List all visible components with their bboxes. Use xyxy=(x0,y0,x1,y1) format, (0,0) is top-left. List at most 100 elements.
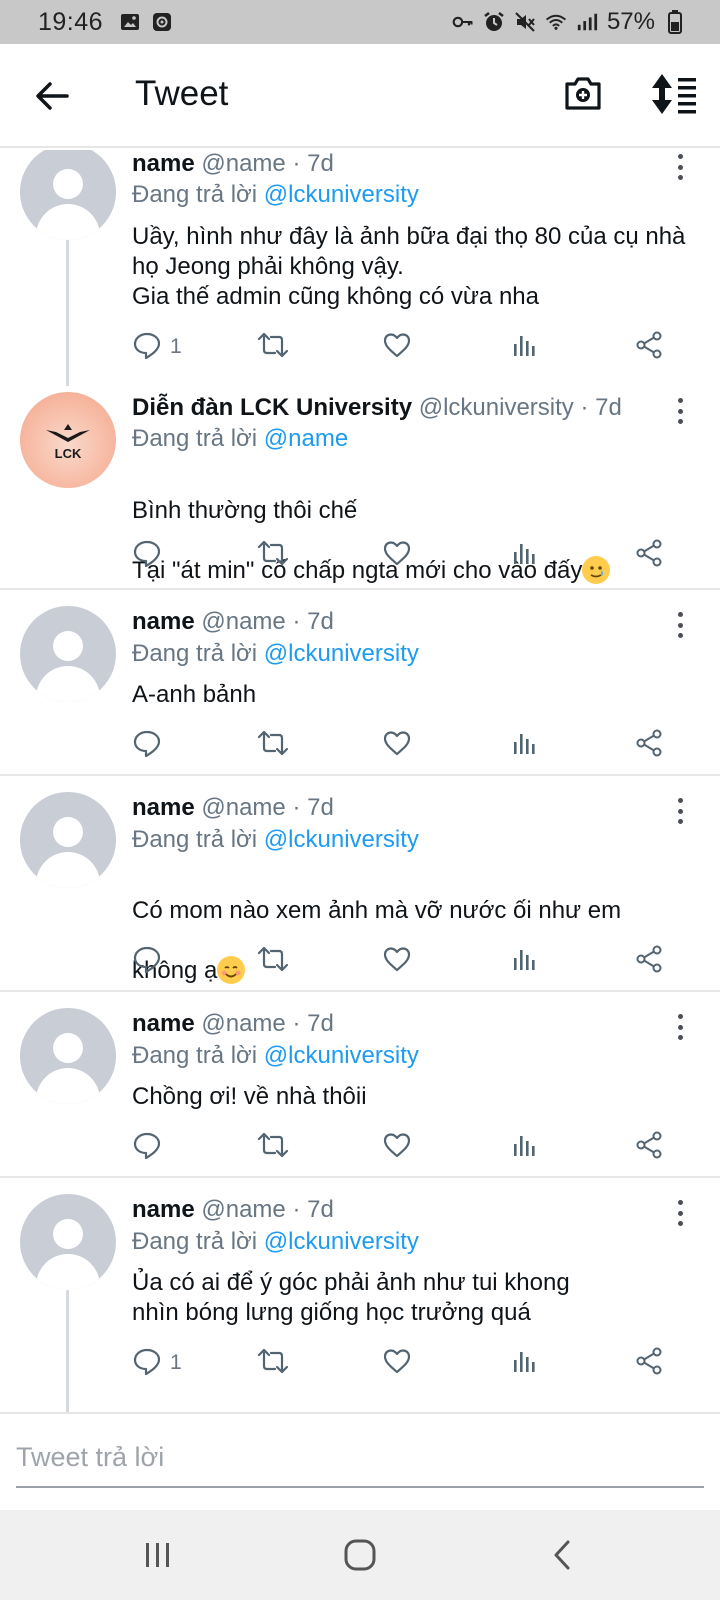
tweet-actions xyxy=(132,728,692,762)
signal-icon xyxy=(576,11,598,33)
reply-composer xyxy=(0,1412,720,1510)
retweet-icon xyxy=(256,728,290,763)
thread-line xyxy=(66,240,69,386)
home-icon[interactable] xyxy=(335,1532,385,1578)
analytics-icon xyxy=(510,1130,540,1165)
reply-button[interactable]: 1 xyxy=(132,330,182,364)
tweet-author-name[interactable]: name xyxy=(132,1196,195,1223)
share-icon xyxy=(634,330,664,365)
share-button[interactable] xyxy=(634,330,664,364)
more-options-icon[interactable] xyxy=(670,796,690,826)
sort-icon[interactable] xyxy=(650,72,700,120)
status-bar: 19:46 57% xyxy=(0,0,720,44)
share-icon xyxy=(634,1130,664,1165)
avatar-lck-logo[interactable]: LCK xyxy=(20,392,116,488)
reply-mention-link[interactable]: @name xyxy=(264,425,348,452)
reply-button[interactable] xyxy=(132,944,170,978)
thread-line xyxy=(66,1288,69,1412)
analytics-icon xyxy=(510,728,540,763)
analytics-button[interactable] xyxy=(510,728,540,762)
retweet-icon xyxy=(256,944,290,979)
tweet-actions xyxy=(132,1130,692,1164)
reply-icon xyxy=(132,538,162,573)
retweet-button[interactable] xyxy=(256,538,290,572)
share-button[interactable] xyxy=(634,728,664,762)
reply-prefix: Đang trả lời xyxy=(132,826,258,853)
analytics-button[interactable] xyxy=(510,1130,540,1164)
tweet-author-name[interactable]: name xyxy=(132,150,195,177)
share-button[interactable] xyxy=(634,1130,664,1164)
tweet-author-name[interactable]: Diễn đàn LCK University xyxy=(132,394,412,421)
analytics-button[interactable] xyxy=(510,330,540,364)
retweet-button[interactable] xyxy=(256,944,290,978)
like-button[interactable] xyxy=(382,538,412,572)
reply-mention-link[interactable]: @lckuniversity xyxy=(264,181,419,208)
reply-button[interactable] xyxy=(132,728,170,762)
retweet-icon xyxy=(256,330,290,365)
reply-button[interactable] xyxy=(132,538,170,572)
share-button[interactable] xyxy=(634,1346,664,1380)
analytics-button[interactable] xyxy=(510,944,540,978)
reply-mention-link[interactable]: @lckuniversity xyxy=(264,826,419,853)
retweet-button[interactable] xyxy=(256,330,290,364)
reply-input[interactable] xyxy=(16,1436,704,1488)
tweet-item[interactable]: name @name · 7d Đang trả lời @lckunivers… xyxy=(0,776,720,992)
reply-mention-link[interactable]: @lckuniversity xyxy=(264,640,419,667)
tweet-header: Diễn đàn LCK University @lckuniversity ·… xyxy=(132,394,622,422)
avatar[interactable] xyxy=(20,606,116,702)
tweet-text-line: Bình thường thôi chế xyxy=(132,497,358,524)
tweet-header: name @name · 7d xyxy=(132,608,334,636)
avatar[interactable] xyxy=(20,1008,116,1104)
tweet-item[interactable]: name @name · 7d Đang trả lời @lckunivers… xyxy=(0,150,720,386)
tweet-header: name @name · 7d xyxy=(132,150,334,178)
reply-button[interactable]: 1 xyxy=(132,1346,182,1380)
tweet-header: name @name · 7d xyxy=(132,794,334,822)
reply-mention-link[interactable]: @lckuniversity xyxy=(264,1042,419,1069)
like-button[interactable] xyxy=(382,944,412,978)
reply-button[interactable] xyxy=(132,1130,170,1164)
more-options-icon[interactable] xyxy=(670,610,690,640)
back-icon[interactable] xyxy=(537,1532,587,1578)
like-icon xyxy=(382,330,412,365)
like-button[interactable] xyxy=(382,1346,412,1380)
like-button[interactable] xyxy=(382,728,412,762)
avatar[interactable] xyxy=(20,150,116,240)
like-button[interactable] xyxy=(382,330,412,364)
tweet-item[interactable]: name @name · 7d Đang trả lời @lckunivers… xyxy=(0,992,720,1178)
more-options-icon[interactable] xyxy=(670,1198,690,1228)
avatar[interactable] xyxy=(20,1194,116,1290)
retweet-button[interactable] xyxy=(256,1346,290,1380)
tweet-author-name[interactable]: name xyxy=(132,1010,195,1037)
more-options-icon[interactable] xyxy=(670,152,690,182)
share-button[interactable] xyxy=(634,944,664,978)
reply-context: Đang trả lời @lckuniversity xyxy=(132,1042,419,1070)
like-button[interactable] xyxy=(382,1130,412,1164)
tweet-text: Chồng ơi! về nhà thôii xyxy=(132,1083,367,1110)
tweet-handle-time: @name · 7d xyxy=(201,1010,334,1037)
page-title: Tweet xyxy=(135,74,229,113)
tweet-feed[interactable]: name @name · 7d Đang trả lời @lckunivers… xyxy=(0,150,720,1412)
retweet-button[interactable] xyxy=(256,728,290,762)
share-button[interactable] xyxy=(634,538,664,572)
analytics-icon xyxy=(510,330,540,365)
tweet-item[interactable]: name @name · 7d Đang trả lời @lckunivers… xyxy=(0,1178,720,1412)
more-options-icon[interactable] xyxy=(670,396,690,426)
back-arrow-icon[interactable] xyxy=(30,74,74,118)
analytics-button[interactable] xyxy=(510,538,540,572)
analytics-button[interactable] xyxy=(510,1346,540,1380)
tweet-actions xyxy=(132,538,692,572)
retweet-button[interactable] xyxy=(256,1130,290,1164)
more-options-icon[interactable] xyxy=(670,1012,690,1042)
tweet-author-name[interactable]: name xyxy=(132,794,195,821)
camera-icon[interactable] xyxy=(563,74,607,118)
reply-prefix: Đang trả lời xyxy=(132,1228,258,1255)
recent-apps-icon[interactable] xyxy=(133,1532,183,1578)
tweet-item[interactable]: name @name · 7d Đang trả lời @lckunivers… xyxy=(0,590,720,776)
share-icon xyxy=(634,1346,664,1381)
status-time: 19:46 xyxy=(38,7,104,36)
reply-context: Đang trả lời @lckuniversity xyxy=(132,1228,419,1256)
avatar[interactable] xyxy=(20,792,116,888)
tweet-author-name[interactable]: name xyxy=(132,608,195,635)
tweet-item[interactable]: LCK Diễn đàn LCK University @lckuniversi… xyxy=(0,380,720,590)
reply-mention-link[interactable]: @lckuniversity xyxy=(264,1228,419,1255)
